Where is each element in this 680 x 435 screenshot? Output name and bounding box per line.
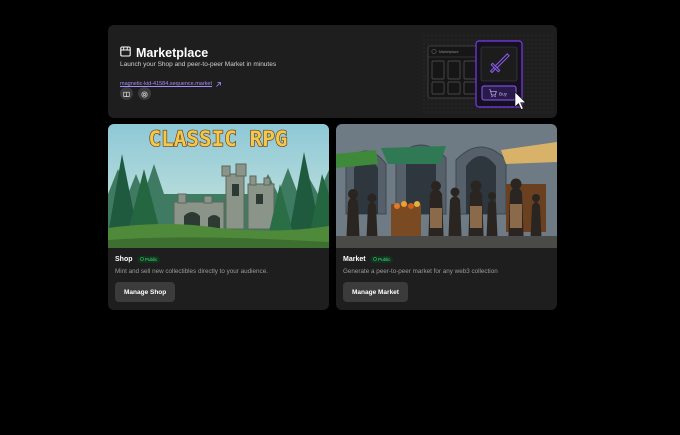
- shop-description: Mint and sell new collectibles directly …: [115, 268, 268, 275]
- marketplace-icon: [120, 44, 131, 62]
- shop-title: Shop: [115, 256, 133, 263]
- globe-small-icon: [372, 257, 377, 262]
- status-badge-label: Public: [378, 257, 391, 262]
- shop-name-row: Shop Public: [115, 256, 161, 263]
- market-title: Market: [343, 256, 366, 263]
- market-name-row: Market Public: [343, 256, 394, 263]
- shop-image-title: CLASSIC RPG: [148, 127, 287, 151]
- marketplace-illustration: Marketplace Buy: [423, 35, 553, 115]
- illustration-window-label: Marketplace: [439, 50, 459, 54]
- globe-icon: [141, 85, 148, 103]
- website-button[interactable]: [138, 87, 151, 100]
- docs-button[interactable]: [120, 87, 133, 100]
- external-link-icon[interactable]: [215, 75, 222, 93]
- market-description: Generate a peer-to-peer market for any w…: [343, 268, 498, 275]
- header-icon-buttons: [120, 87, 151, 100]
- market-card-image: [336, 124, 557, 248]
- market-card: Market Public Generate a peer-to-peer ma…: [336, 124, 557, 310]
- title-row: Marketplace: [120, 44, 208, 62]
- manage-shop-button[interactable]: Manage Shop: [115, 282, 176, 302]
- shop-card: CLASSIC RPG Shop Public Mint and sell ne…: [108, 124, 329, 310]
- docs-icon: [123, 85, 130, 103]
- page-title: Marketplace: [136, 46, 209, 60]
- manage-market-button[interactable]: Manage Market: [343, 282, 408, 302]
- status-badge: Public: [369, 256, 394, 263]
- status-badge: Public: [136, 256, 161, 263]
- marketplace-header-card: Marketplace Launch your Shop and peer-to…: [108, 25, 557, 118]
- status-badge-label: Public: [145, 257, 158, 262]
- globe-small-icon: [139, 257, 144, 262]
- shop-card-image: CLASSIC RPG: [108, 124, 329, 248]
- illustration-buy-label: Buy: [499, 92, 508, 97]
- page-subtitle: Launch your Shop and peer-to-peer Market…: [120, 61, 277, 68]
